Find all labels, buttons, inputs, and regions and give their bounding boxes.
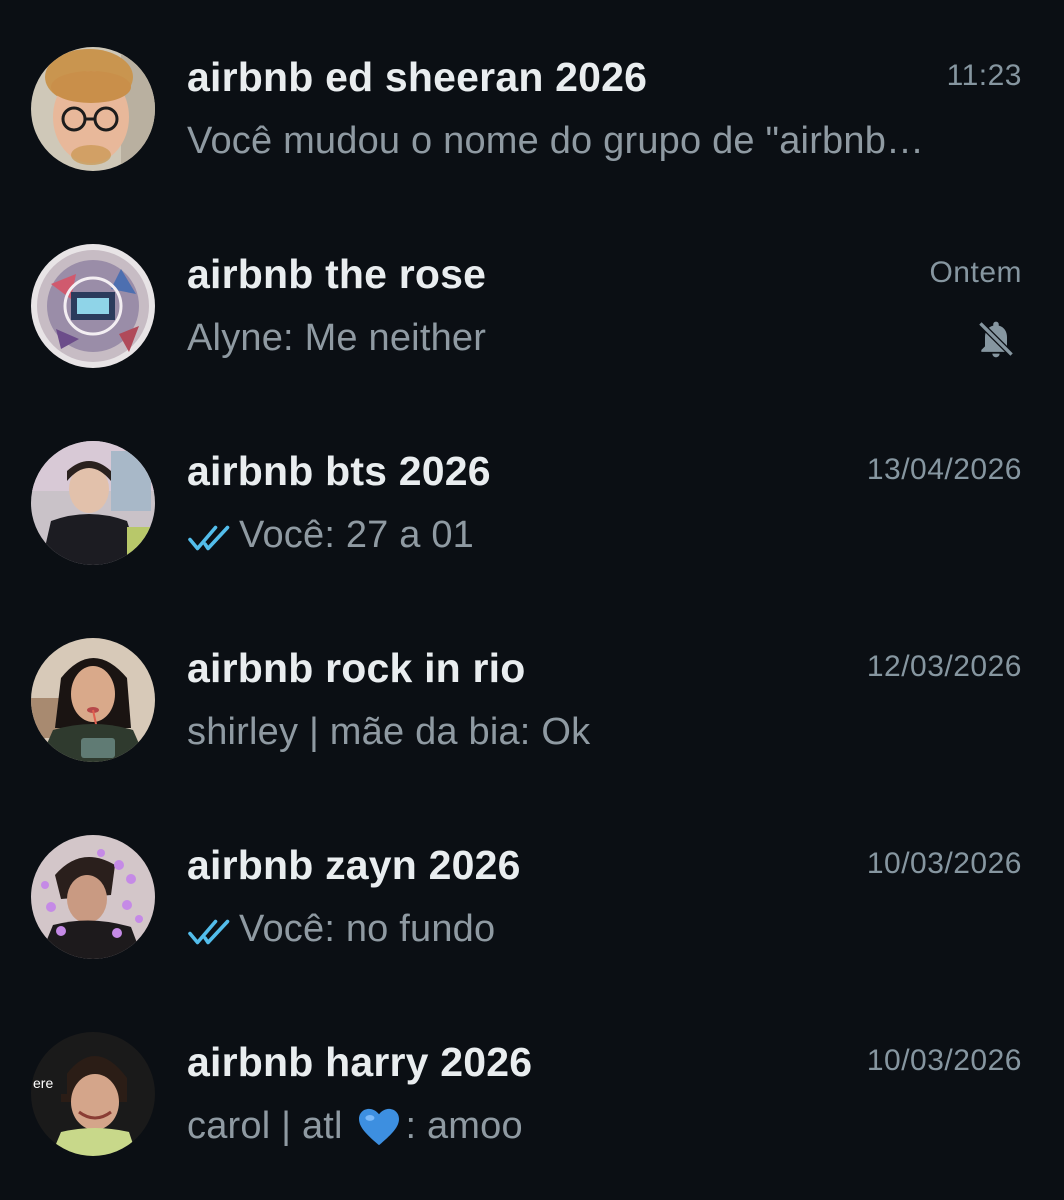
chat-preview: Você: no fundo [187,908,495,951]
avatar[interactable]: ere [31,1032,155,1156]
chat-title: airbnb rock in rio [187,645,526,691]
avatar[interactable] [31,47,155,171]
muted-bell-icon [978,321,1014,358]
chat-time: Ontem [929,256,1022,289]
chat-list: airbnb ed sheeran 2026 11:23 Você mudou … [0,0,1064,1200]
chat-row-harry[interactable]: ere airbnb harry 2026 10/03/2026 carol |… [0,997,1064,1194]
harry-styles-photo-icon: ere [31,1032,155,1156]
ed-sheeran-photo-icon [31,47,155,171]
the-rose-artwork-icon [31,244,155,368]
chat-title: airbnb harry 2026 [187,1039,533,1085]
avatar[interactable] [31,244,155,368]
chat-time: 10/03/2026 [866,847,1022,880]
bts-member-photo-icon [31,441,155,565]
avatar[interactable] [31,835,155,959]
chat-time: 12/03/2026 [866,650,1022,683]
avatar-caption: ere [33,1075,53,1091]
chat-row-bts[interactable]: airbnb bts 2026 13/04/2026 Você: 27 a 01 [0,406,1064,603]
avatar[interactable] [31,441,155,565]
read-ticks-icon [188,919,230,944]
chat-preview-text: Você: no fundo [239,908,496,950]
chat-row-ed-sheeran[interactable]: airbnb ed sheeran 2026 11:23 Você mudou … [0,12,1064,209]
chat-title: airbnb the rose [187,251,487,297]
chat-preview: carol | atl : amoo [187,1105,523,1148]
chat-row-the-rose[interactable]: airbnb the rose Ontem Alyne: Me neither [0,209,1064,406]
chat-preview-text: Você: 27 a 01 [239,514,475,556]
chat-time: 11:23 [946,59,1022,92]
avatar[interactable] [31,638,155,762]
chat-title: airbnb ed sheeran 2026 [187,54,648,100]
chat-time: 10/03/2026 [866,1044,1022,1077]
zayn-hearts-photo-icon [31,835,155,959]
chat-preview: Você mudou o nome do grupo de "airbnb… [187,120,925,162]
chat-preview-text: : amoo [405,1105,523,1147]
chat-preview: Você: 27 a 01 [187,514,474,557]
woman-with-straw-photo-icon [31,638,155,762]
chat-row-rock-in-rio[interactable]: airbnb rock in rio 12/03/2026 shirley | … [0,603,1064,800]
blue-heart-icon [359,1108,400,1145]
chat-preview: Alyne: Me neither [187,317,487,359]
chat-time: 13/04/2026 [866,453,1022,486]
chat-preview-text: carol | atl [187,1105,354,1147]
read-ticks-icon [188,525,230,550]
chat-row-zayn[interactable]: airbnb zayn 2026 10/03/2026 Você: no fun… [0,800,1064,997]
chat-title: airbnb bts 2026 [187,448,491,494]
chat-preview: shirley | mãe da bia: Ok [187,711,591,753]
chat-title: airbnb zayn 2026 [187,842,521,888]
